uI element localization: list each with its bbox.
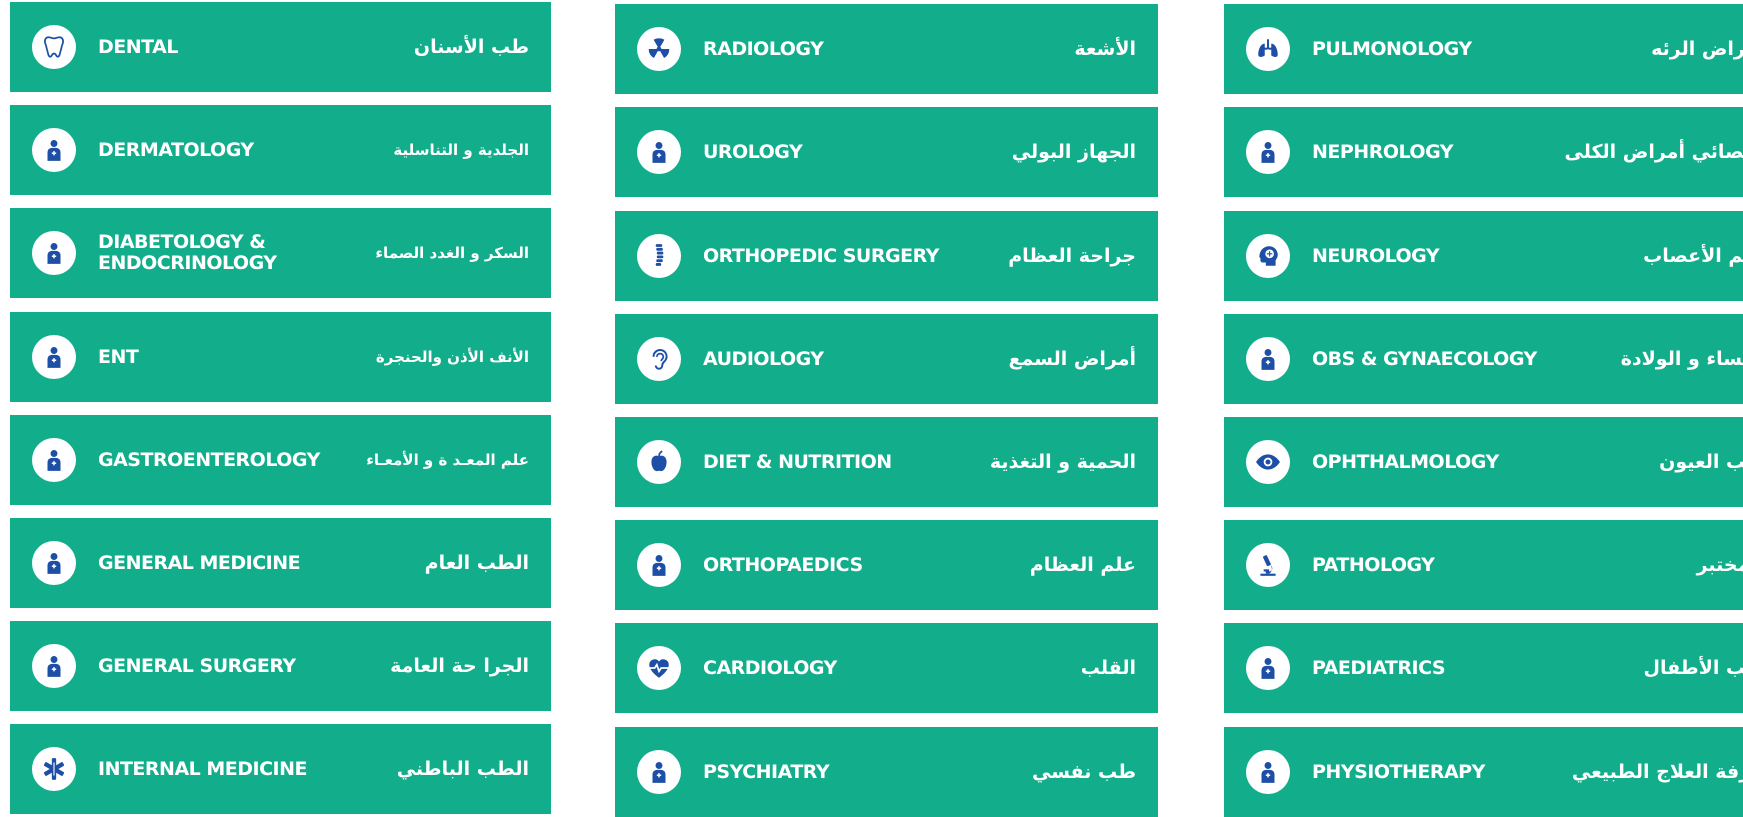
department-name-en: GENERAL MEDICINE [98,518,300,608]
department-name-ar: الجهاز البولي [1012,107,1136,197]
department-name-en: ENT [98,312,138,402]
department-card[interactable]: NEUROLOGY علم الأعصاب [1224,211,1743,301]
stomach-icon [32,438,76,482]
department-name-ar: غرفة العلاج الطبيعي [1572,727,1743,817]
department-name-en: PAEDIATRICS [1312,623,1445,713]
department-name-ar: الجلدية و التناسلية [393,105,529,195]
department-name-ar: علم العظام [1030,520,1136,610]
department-name-en: PATHOLOGY [1312,520,1434,610]
department-name-en: OPHTHALMOLOGY [1312,417,1499,507]
department-card[interactable]: PAEDIATRICS طب الأطفال [1224,623,1743,713]
department-name-ar: النساء و الولادة [1621,314,1743,404]
department-card[interactable]: GENERAL MEDICINE الطب العام [10,518,551,608]
star-of-life-icon [32,747,76,791]
department-card[interactable]: PATHOLOGY المختبر [1224,520,1743,610]
department-name-ar: أخصائي أمراض الكلى [1565,107,1743,197]
brain-head-icon [1246,234,1290,278]
apple-icon [637,440,681,484]
department-name-en: RADIOLOGY [703,4,823,94]
department-name-en: ORTHOPEDIC SURGERY [703,211,939,301]
department-name-ar: أمراض السمع [1009,314,1136,404]
department-card[interactable]: PHYSIOTHERAPY غرفة العلاج الطبيعي [1224,727,1743,817]
department-name-ar: السكر و الغدد الصماء [375,208,529,298]
department-card[interactable]: CARDIOLOGY القلب [615,623,1158,713]
department-card[interactable]: INTERNAL MEDICINE الطب الباطني [10,724,551,814]
department-name-ar: الطب العام [425,518,529,608]
tooth-icon [32,25,76,69]
pregnancy-icon [1246,337,1290,381]
department-name-ar: علم المعـد ة و الأمعـاء [366,415,529,505]
department-card[interactable]: NEPHROLOGY أخصائي أمراض الكلى [1224,107,1743,197]
department-name-ar: جراحة العظام [1008,211,1136,301]
department-name-ar: القلب [1081,623,1136,713]
department-name-ar: طب نفسي [1032,727,1136,817]
department-name-ar: الأنف الأذن والحنجرة [376,312,529,402]
mother-child-icon [1246,646,1290,690]
department-card[interactable]: ORTHOPEDIC SURGERY جراحة العظام [615,211,1158,301]
department-name-en: AUDIOLOGY [703,314,824,404]
clipboard-patient-icon [32,231,76,275]
body-kidneys-icon [1246,130,1290,174]
department-name-en: PHYSIOTHERAPY [1312,727,1485,817]
department-name-en: PSYCHIATRY [703,727,829,817]
department-name-ar: أمراض الرئه [1651,4,1743,94]
department-name-ar: الجرا حة العامة [390,621,529,711]
department-name-ar: المختبر [1697,520,1743,610]
department-card[interactable]: PULMONOLOGY أمراض الرئه [1224,4,1743,94]
department-name-ar: علم الأعصاب [1643,211,1743,301]
department-card[interactable]: GASTROENTEROLOGY علم المعـد ة و الأمعـاء [10,415,551,505]
department-name-ar: طب الأسنان [414,2,529,92]
department-card[interactable]: DIET & NUTRITION الحمية و التغذية [615,417,1158,507]
physiotherapy-icon [1246,750,1290,794]
department-name-en: INTERNAL MEDICINE [98,724,307,814]
eye-icon [1246,440,1290,484]
lungs-icon [1246,27,1290,71]
microscope-icon [1246,543,1290,587]
radiation-icon [637,27,681,71]
department-name-en: NEUROLOGY [1312,211,1439,301]
department-card[interactable]: DERMATOLOGY الجلدية و التناسلية [10,105,551,195]
department-name-en: UROLOGY [703,107,802,197]
department-name-en: OBS & GYNAECOLOGY [1312,314,1537,404]
department-name-en: DIET & NUTRITION [703,417,892,507]
department-name-en: ORTHOPAEDICS [703,520,863,610]
department-name-en: NEPHROLOGY [1312,107,1453,197]
department-card[interactable]: DENTAL طب الأسنان [10,2,551,92]
department-name-en: CARDIOLOGY [703,623,837,713]
department-card[interactable]: OPHTHALMOLOGY طب العيون [1224,417,1743,507]
department-card[interactable]: PSYCHIATRY طب نفسي [615,727,1158,817]
ear-nose-throat-icon [32,335,76,379]
department-name-en: DENTAL [98,2,178,92]
department-name-en: DIABETOLOGY & ENDOCRINOLOGY [98,208,277,298]
arm-sling-icon [637,543,681,587]
head-cross-icon [637,750,681,794]
heart-pulse-icon [637,646,681,690]
department-card[interactable]: AUDIOLOGY أمراض السمع [615,314,1158,404]
surgeon-icon [32,644,76,688]
department-card[interactable]: GENERAL SURGERY الجرا حة العامة [10,621,551,711]
ear-icon [637,337,681,381]
department-card[interactable]: UROLOGY الجهاز البولي [615,107,1158,197]
department-name-ar: الحمية و التغذية [990,417,1136,507]
department-name-ar: طب الأطفال [1644,623,1743,713]
department-card[interactable]: OBS & GYNAECOLOGY النساء و الولادة [1224,314,1743,404]
caduceus-icon [32,541,76,585]
skin-icon [32,128,76,172]
department-card[interactable]: ENT الأنف الأذن والحنجرة [10,312,551,402]
kidneys-icon [637,130,681,174]
department-name-ar: الأشعة [1074,4,1136,94]
spine-icon [637,234,681,278]
department-card[interactable]: ORTHOPAEDICS علم العظام [615,520,1158,610]
department-name-en: GENERAL SURGERY [98,621,296,711]
department-card[interactable]: RADIOLOGY الأشعة [615,4,1158,94]
department-name-en: GASTROENTEROLOGY [98,415,320,505]
department-name-ar: الطب الباطني [397,724,529,814]
department-name-ar: طب العيون [1659,417,1743,507]
department-name-en: PULMONOLOGY [1312,4,1472,94]
department-name-en: DERMATOLOGY [98,105,254,195]
department-card[interactable]: DIABETOLOGY & ENDOCRINOLOGY السكر و الغدد… [10,208,551,298]
